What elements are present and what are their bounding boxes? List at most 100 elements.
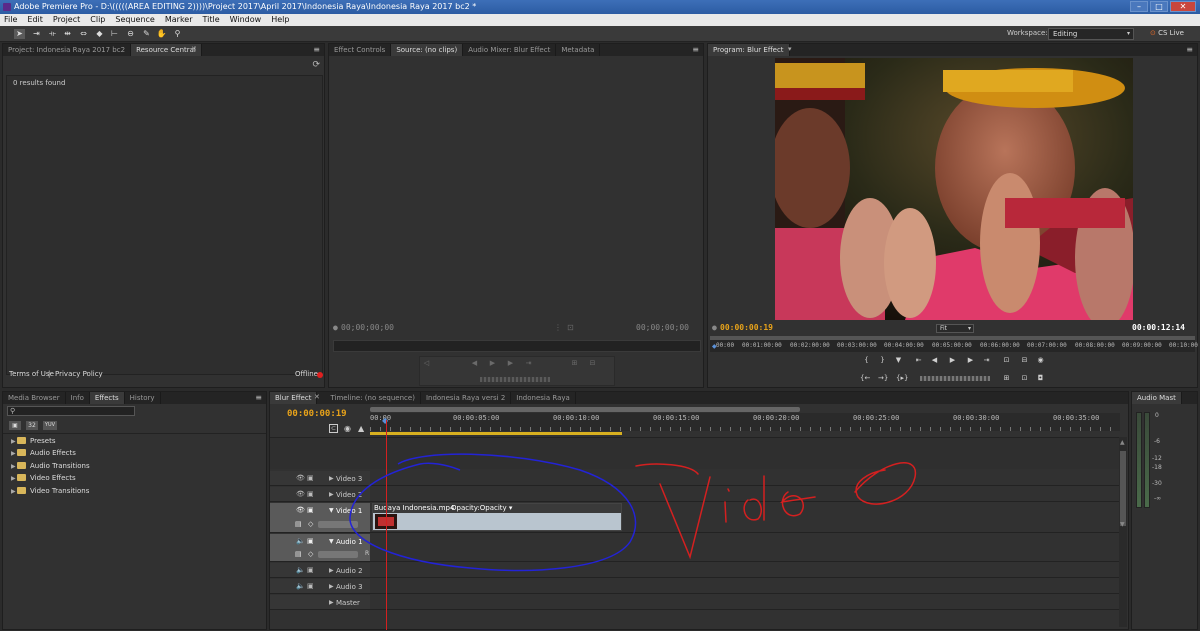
privacy-policy-link[interactable]: Privacy Policy [55,370,103,378]
program-ruler-label: 00:02:00:00 [790,342,830,349]
program-play-indicator-icon: ● [712,323,717,332]
go-to-out-icon[interactable]: ⇥ [982,356,991,364]
meter-left [1136,412,1142,508]
folder-audio-effects[interactable]: ▶ Audio Effects [11,449,76,457]
minimize-button[interactable]: – [1130,1,1148,12]
slide-tool-icon[interactable]: ⊖ [125,29,136,39]
loop-icon[interactable]: ⊞ [1002,374,1011,382]
zoom-tool-icon[interactable]: ⚲ [172,29,183,39]
razor-tool-icon[interactable]: ◆ [94,29,105,39]
close-button[interactable]: ✕ [1170,1,1196,12]
tab-program[interactable]: Program: Blur Effect [708,44,790,56]
extract-icon[interactable]: ⊟ [1020,356,1029,364]
play-in-to-out-icon[interactable]: {▸} [896,374,908,382]
program-ruler-label: 00:09:00:00 [1122,342,1162,349]
source-timecode-current[interactable]: 00;00;00;00 [341,323,394,332]
program-timecode-current[interactable]: 00:00:00:19 [720,323,773,332]
program-ruler-label: 00:07:00:00 [1027,342,1067,349]
folder-icon [17,474,26,481]
source-play-indicator-icon: ● [333,323,338,332]
go-to-out-icon[interactable]: ⇥ [524,359,533,367]
marker-icon[interactable]: ▼ [894,356,903,364]
ripple-edit-tool-icon[interactable]: ⟛ [47,29,58,39]
tab-project[interactable]: Project: Indonesia Raya 2017 bc2 [3,44,132,56]
menu-clip[interactable]: Clip [90,14,105,26]
jog-shuttle[interactable] [920,376,990,381]
folder-presets[interactable]: ▶ Presets [11,437,55,445]
menu-title[interactable]: Title [203,14,220,26]
panel-menu-icon[interactable]: ≡ [1186,45,1193,54]
tab-effect-controls[interactable]: Effect Controls [329,44,392,56]
safe-margins-icon[interactable]: ⊡ [1020,374,1029,382]
chevron-down-icon[interactable]: ▾ [788,45,792,53]
32bit-effects-icon[interactable]: 32 [26,421,38,430]
insert-icon[interactable]: ⊞ [570,359,579,367]
jog-shuttle[interactable] [480,377,550,382]
menu-edit[interactable]: Edit [27,14,43,26]
step-forward-icon[interactable]: ▶ [506,359,515,367]
step-forward-icon[interactable]: ▶ [966,356,975,364]
program-timecode-duration[interactable]: 00:00:12:14 [1132,323,1185,332]
accelerated-effects-icon[interactable]: ▣ [9,421,21,430]
folder-video-effects[interactable]: ▶ Video Effects [11,474,76,482]
tab-source[interactable]: Source: (no clips) [391,44,464,56]
yuv-effects-icon[interactable]: YUV [43,421,57,430]
menu-window[interactable]: Window [230,14,262,26]
menu-project[interactable]: Project [53,14,80,26]
folder-video-transitions[interactable]: ▶ Video Transitions [11,487,89,495]
tab-audio-master[interactable]: Audio Mast [1132,392,1182,404]
export-frame-icon[interactable]: ◉ [1036,356,1045,364]
mark-in-icon[interactable]: ◁ [422,359,431,367]
tab-history[interactable]: History [125,392,161,404]
rate-stretch-tool-icon[interactable]: ⇔ [78,29,89,39]
tab-metadata[interactable]: Metadata [556,44,601,56]
hand-tool-icon[interactable]: ✋ [156,29,167,39]
step-back-icon[interactable]: ◀ [470,359,479,367]
tab-audio-mixer[interactable]: Audio Mixer: Blur Effect [463,44,557,56]
folder-label: Audio Effects [30,449,76,457]
rolling-edit-tool-icon[interactable]: ⇹ [62,29,73,39]
close-icon[interactable]: ✕ [191,45,197,53]
track-select-tool-icon[interactable]: ⇥ [31,29,42,39]
selection-tool-icon[interactable]: ➤ [14,29,25,39]
slip-tool-icon[interactable]: ⊢ [109,29,120,39]
play-icon[interactable]: ▶ [948,356,957,364]
refresh-icon[interactable]: ⟳ [312,60,320,70]
blue-circle-annotation [349,453,637,572]
panel-menu-icon[interactable]: ≡ [692,45,699,54]
pen-tool-icon[interactable]: ✎ [141,29,152,39]
tab-media-browser[interactable]: Media Browser [3,392,66,404]
fit-dropdown[interactable]: Fit ▾ [936,324,974,333]
program-video-frame [775,58,1133,320]
overwrite-icon[interactable]: ⊟ [588,359,597,367]
source-timecode-duration[interactable]: 00;00;00;00 [636,323,689,332]
go-to-out-point-icon[interactable]: →} [878,374,888,382]
mark-in-icon[interactable]: { [862,356,871,364]
menu-help[interactable]: Help [271,14,289,26]
output-icon[interactable]: ◘ [1036,374,1045,382]
program-time-ruler[interactable]: ◆ 00:00 00:01:00:00 00:02:00:00 00:03:00… [710,340,1198,352]
go-to-in-point-icon[interactable]: {← [860,374,870,382]
source-transport-controls: ◁ ◀ ▶ ▶ ⇥ ⊞ ⊟ [419,356,615,386]
tab-effects[interactable]: Effects [89,392,125,404]
source-scrub-bar[interactable] [333,340,701,352]
menu-marker[interactable]: Marker [165,14,193,26]
source-out-point-icon[interactable]: ⊡ [567,323,574,332]
go-to-in-icon[interactable]: ⇤ [914,356,923,364]
maximize-button[interactable]: □ [1150,1,1168,12]
lift-icon[interactable]: ⊡ [1002,356,1011,364]
effects-search-input[interactable]: ⚲ [7,406,135,416]
menu-sequence[interactable]: Sequence [115,14,154,26]
tab-info[interactable]: Info [66,392,90,404]
cs-live-button[interactable]: ⊙ CS Live [1150,29,1184,37]
step-back-icon[interactable]: ◀ [930,356,939,364]
panel-menu-icon[interactable]: ≡ [313,45,320,54]
panel-menu-icon[interactable]: ≡ [255,393,262,402]
search-icon: ⚲ [10,407,16,415]
play-icon[interactable]: ▶ [488,359,497,367]
source-in-point-icon[interactable]: ⋮ [554,323,562,332]
workspace-dropdown[interactable]: Editing ▾ [1048,28,1134,40]
folder-audio-transitions[interactable]: ▶ Audio Transitions [11,462,90,470]
mark-out-icon[interactable]: } [878,356,887,364]
menu-file[interactable]: File [4,14,17,26]
